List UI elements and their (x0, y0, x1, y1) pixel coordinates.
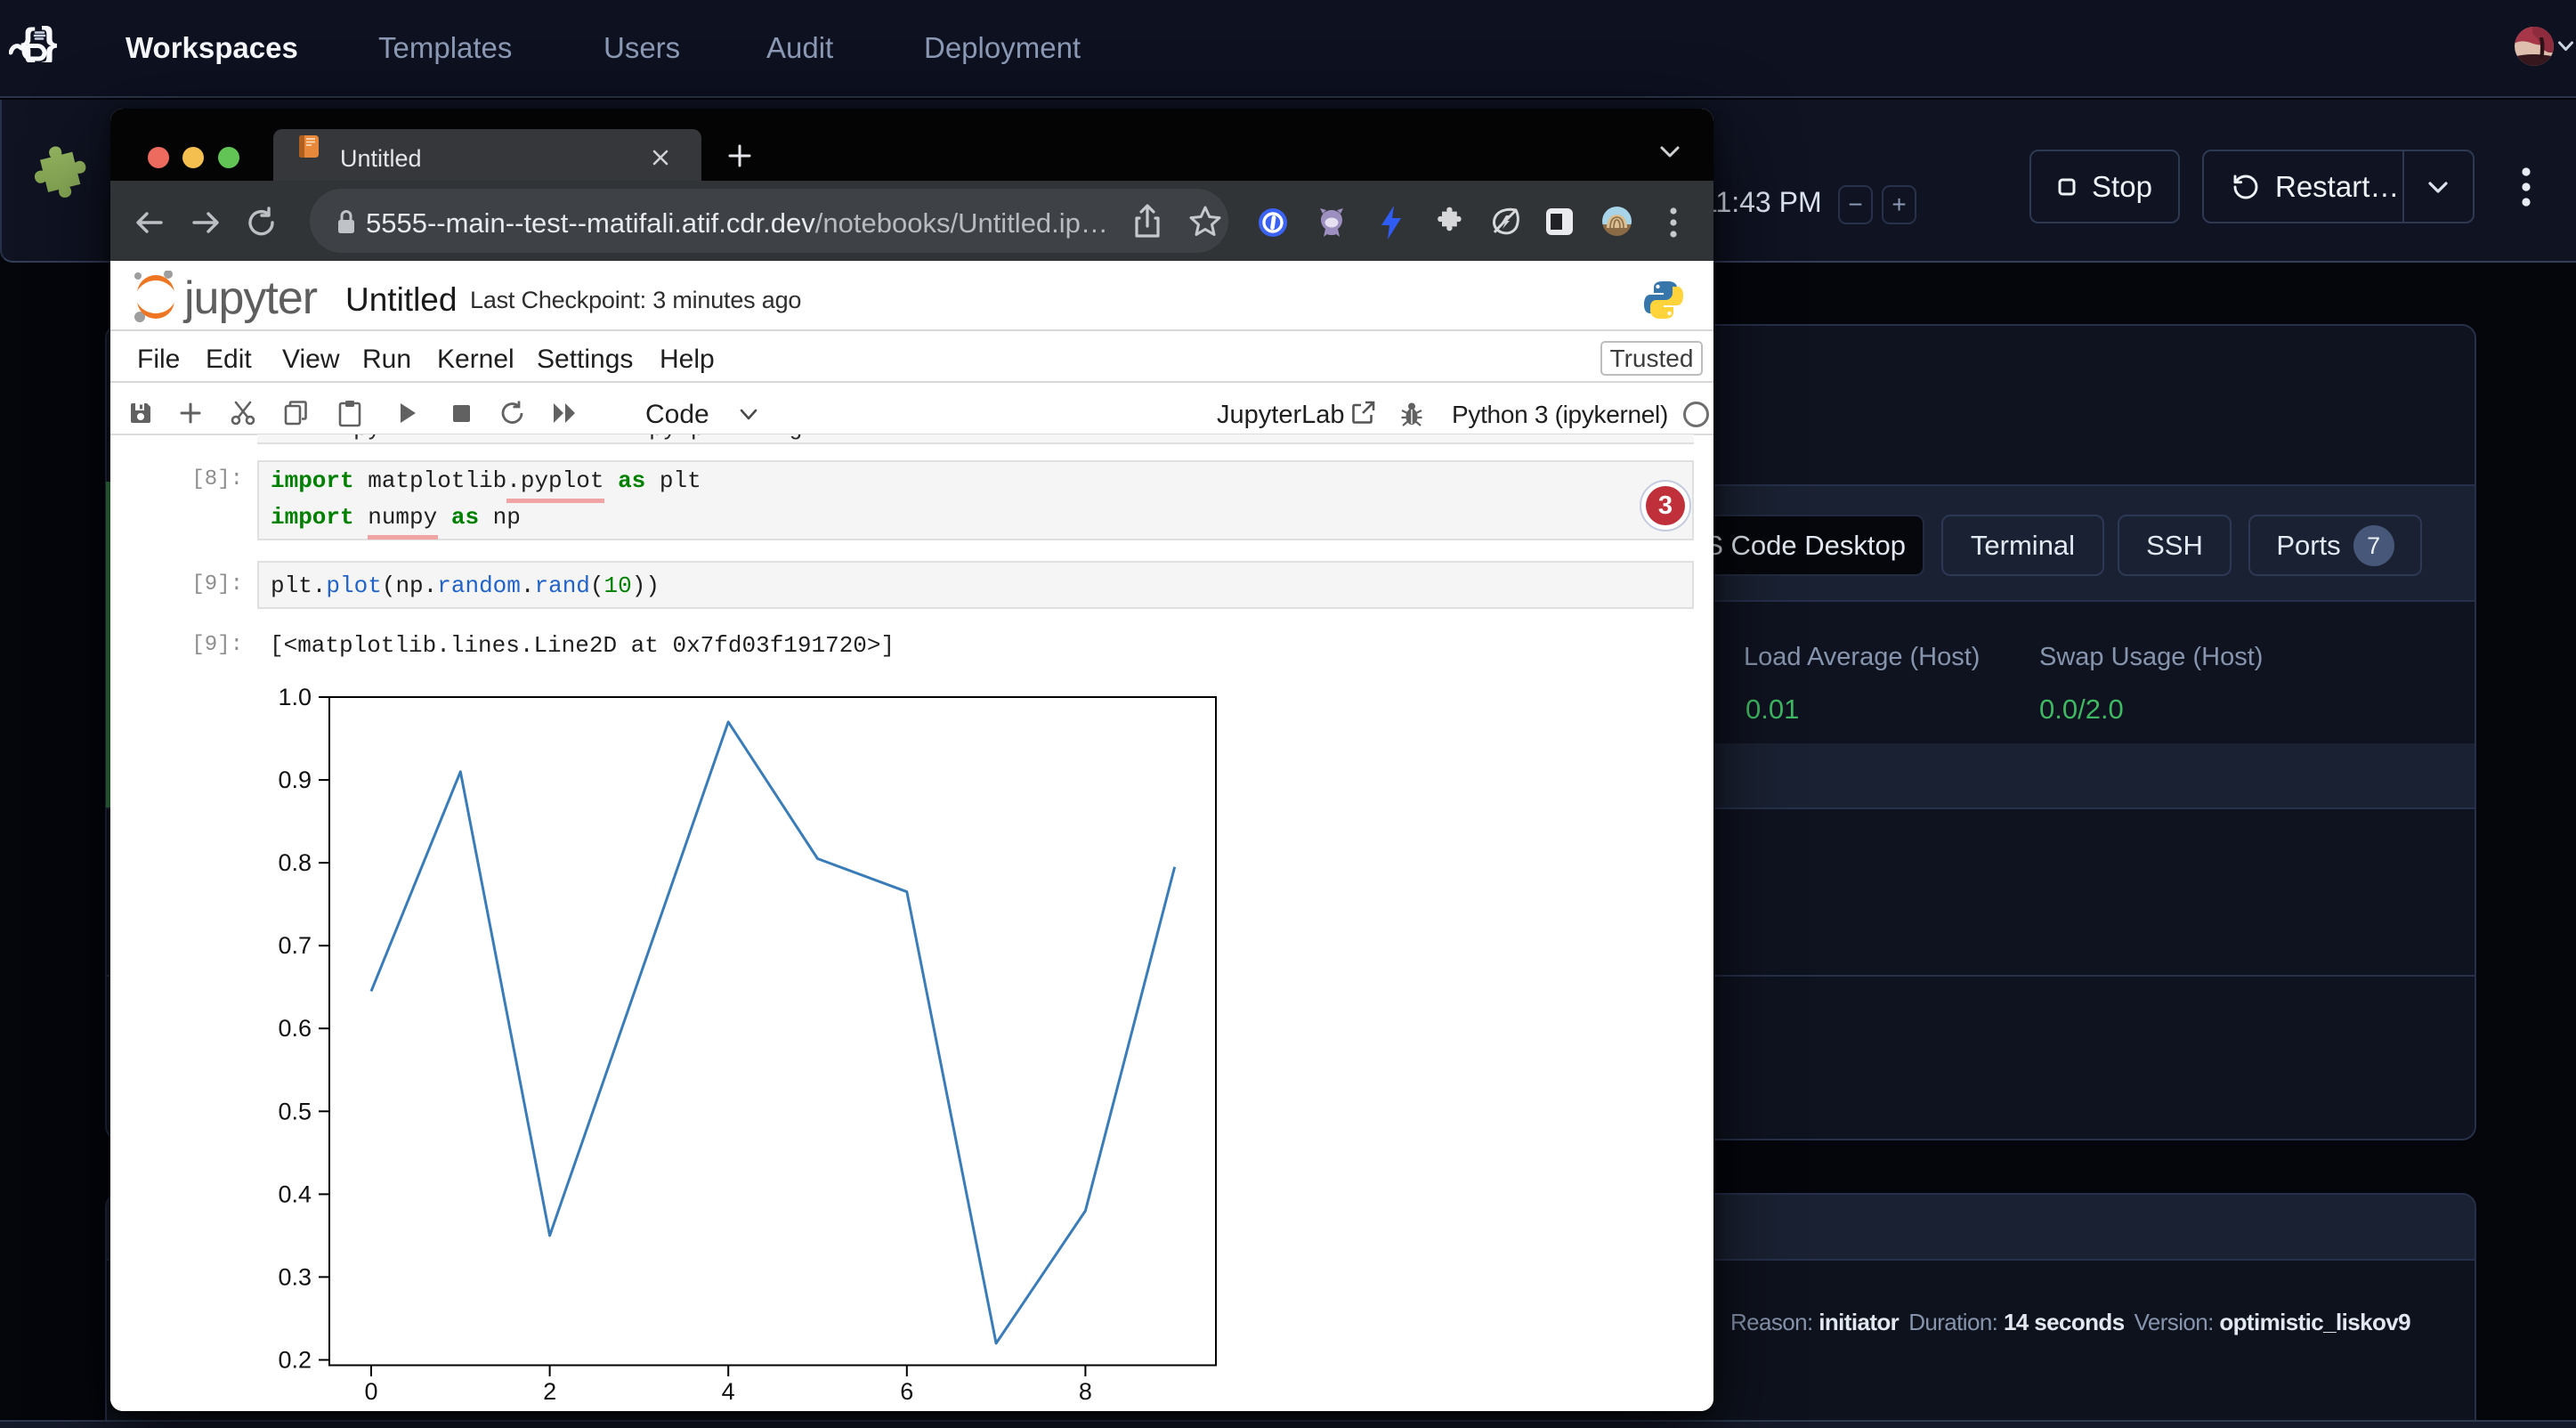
svg-text:1.0: 1.0 (278, 684, 312, 710)
svg-text:0.9: 0.9 (278, 767, 312, 793)
svg-text:0.6: 0.6 (278, 1015, 312, 1042)
svg-text:0: 0 (364, 1378, 377, 1405)
svg-text:4: 4 (722, 1378, 735, 1405)
svg-text:0.5: 0.5 (278, 1098, 312, 1124)
svg-text:6: 6 (900, 1378, 913, 1405)
svg-text:2: 2 (543, 1378, 556, 1405)
svg-text:0.2: 0.2 (278, 1347, 312, 1374)
svg-text:0.7: 0.7 (278, 932, 312, 959)
svg-text:0.4: 0.4 (278, 1181, 312, 1207)
svg-text:0.3: 0.3 (278, 1263, 312, 1290)
svg-text:}: } (41, 23, 58, 62)
svg-text:8: 8 (1079, 1378, 1092, 1405)
svg-text:0.8: 0.8 (278, 849, 312, 876)
svg-text:{: { (20, 23, 36, 62)
